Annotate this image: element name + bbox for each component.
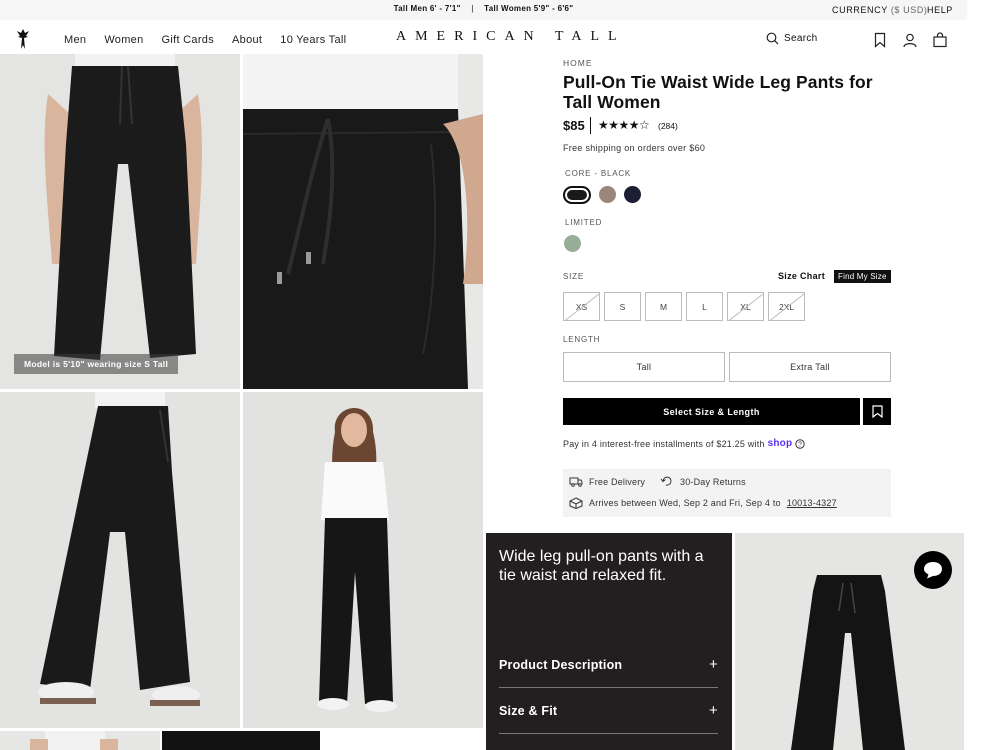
breadcrumb[interactable]: HOME (563, 58, 593, 68)
info-icon[interactable]: ? (795, 438, 805, 449)
return-icon (660, 476, 672, 486)
nav-gift-cards[interactable]: Gift Cards (162, 34, 215, 46)
nav-men[interactable]: Men (64, 34, 86, 46)
product-photo-3[interactable] (0, 392, 240, 728)
currency-selector[interactable]: CURRENCY ($ USD) (832, 5, 928, 15)
package-icon (569, 497, 583, 509)
account-icon[interactable] (902, 32, 918, 48)
product-price: $85 (563, 118, 585, 133)
divider: | (471, 4, 474, 13)
model-front-image (0, 54, 240, 389)
size-xl[interactable]: XL (727, 292, 764, 321)
size-l[interactable]: L (686, 292, 723, 321)
core-color-label: CORE - BLACK (565, 169, 632, 178)
find-my-size-button[interactable]: Find My Size (834, 270, 891, 283)
product-page: Tall Men 6' - 7'1" | Tall Women 5'9" - 6… (0, 0, 1000, 750)
svg-text:?: ? (798, 441, 802, 448)
limited-color-label: LIMITED (565, 218, 603, 227)
accordion-label: Size & Fit (499, 703, 558, 718)
search-button[interactable]: Search (766, 32, 818, 45)
swatch-navy[interactable] (624, 186, 641, 203)
height-ranges: Tall Men 6' - 7'1" | Tall Women 5'9" - 6… (0, 4, 967, 13)
model-back-image (0, 731, 160, 750)
length-label: LENGTH (563, 335, 601, 344)
installments-note: Pay in 4 interest-free installments of $… (563, 438, 805, 449)
currency-value: ($ USD) (890, 5, 928, 15)
help-link[interactable]: HELP (927, 5, 953, 15)
free-delivery: Free Delivery (569, 476, 645, 487)
product-photo-2[interactable] (243, 54, 483, 389)
arrival-estimate: Arrives between Wed, Sep 2 and Fri, Sep … (569, 497, 837, 509)
length-extra-tall[interactable]: Extra Tall (729, 352, 891, 382)
size-label: SIZE (563, 272, 584, 281)
size-xs[interactable]: XS (563, 292, 600, 321)
women-heights: Tall Women 5'9" - 6'6" (484, 4, 574, 13)
bookmark-icon (871, 405, 883, 418)
size-chart-link[interactable]: Size Chart (778, 271, 825, 281)
site-header: Men Women Gift Cards About 10 Years Tall… (0, 20, 967, 54)
men-heights: Tall Men 6' - 7'1" (393, 4, 461, 13)
accordion-size-fit[interactable]: Size & Fit + (499, 688, 718, 734)
model-caption: Model is 5'10" wearing size S Tall (14, 354, 179, 374)
rating-stars[interactable]: ★★★★☆ (598, 118, 650, 132)
product-photo-4[interactable] (243, 392, 483, 728)
returns-text: 30-Day Returns (680, 476, 746, 487)
swatch-sage[interactable] (564, 235, 581, 252)
search-icon (766, 32, 779, 45)
plus-icon: + (709, 702, 718, 719)
product-tagline: Wide leg pull-on pants with a tie waist … (499, 548, 704, 584)
nav-about[interactable]: About (232, 34, 262, 46)
accordion-label: Product Description (499, 657, 623, 672)
zip-code-link[interactable]: 10013-4327 (787, 498, 837, 508)
bookmark-icon[interactable] (872, 32, 888, 48)
search-label: Search (784, 33, 818, 44)
product-photo-1[interactable]: Model is 5'10" wearing size S Tall (0, 54, 240, 389)
cart-icon[interactable] (932, 32, 948, 48)
size-s[interactable]: S (604, 292, 641, 321)
free-delivery-text: Free Delivery (589, 476, 646, 487)
model-full-image (243, 392, 483, 728)
size-2xl[interactable]: 2XL (768, 292, 805, 321)
delivery-info: Free Delivery 30-Day Returns Arrives bet… (563, 469, 891, 517)
accordion-product-description[interactable]: Product Description + (499, 642, 718, 688)
main-nav: Men Women Gift Cards About 10 Years Tall (64, 34, 364, 46)
returns: 30-Day Returns (660, 476, 746, 487)
plus-icon: + (709, 656, 718, 673)
nav-10-years-tall[interactable]: 10 Years Tall (280, 34, 346, 46)
description-panel: Wide leg pull-on pants with a tie waist … (486, 533, 732, 750)
swatch-black[interactable] (563, 186, 591, 204)
chat-icon (924, 562, 942, 579)
product-photo-6[interactable] (162, 731, 320, 750)
product-title: Pull-On Tie Waist Wide Leg Pants for Tal… (563, 72, 873, 112)
shop-pay-logo[interactable]: shop (768, 438, 793, 449)
wishlist-button[interactable] (863, 398, 891, 425)
arrival-text: Arrives between Wed, Sep 2 and Fri, Sep … (589, 498, 781, 508)
swatch-mocha[interactable] (599, 186, 616, 203)
price-divider (590, 117, 591, 134)
nav-women[interactable]: Women (104, 34, 143, 46)
brand-wordmark[interactable]: AMERICAN TALL (396, 29, 626, 45)
logo-icon[interactable] (14, 28, 32, 50)
length-tall[interactable]: Tall (563, 352, 725, 382)
truck-icon (569, 477, 583, 487)
chat-button[interactable] (914, 551, 952, 589)
installments-text: Pay in 4 interest-free installments of $… (563, 438, 765, 449)
product-photo-5[interactable] (0, 731, 160, 750)
review-count[interactable]: (284) (658, 121, 678, 131)
size-m[interactable]: M (645, 292, 682, 321)
announcement-bar: Tall Men 6' - 7'1" | Tall Women 5'9" - 6… (0, 0, 967, 20)
model-side-image (0, 392, 240, 728)
currency-label: CURRENCY (832, 5, 888, 15)
shipping-note: Free shipping on orders over $60 (563, 143, 706, 153)
waist-detail-image (243, 54, 483, 389)
select-size-length-button[interactable]: Select Size & Length (563, 398, 860, 425)
